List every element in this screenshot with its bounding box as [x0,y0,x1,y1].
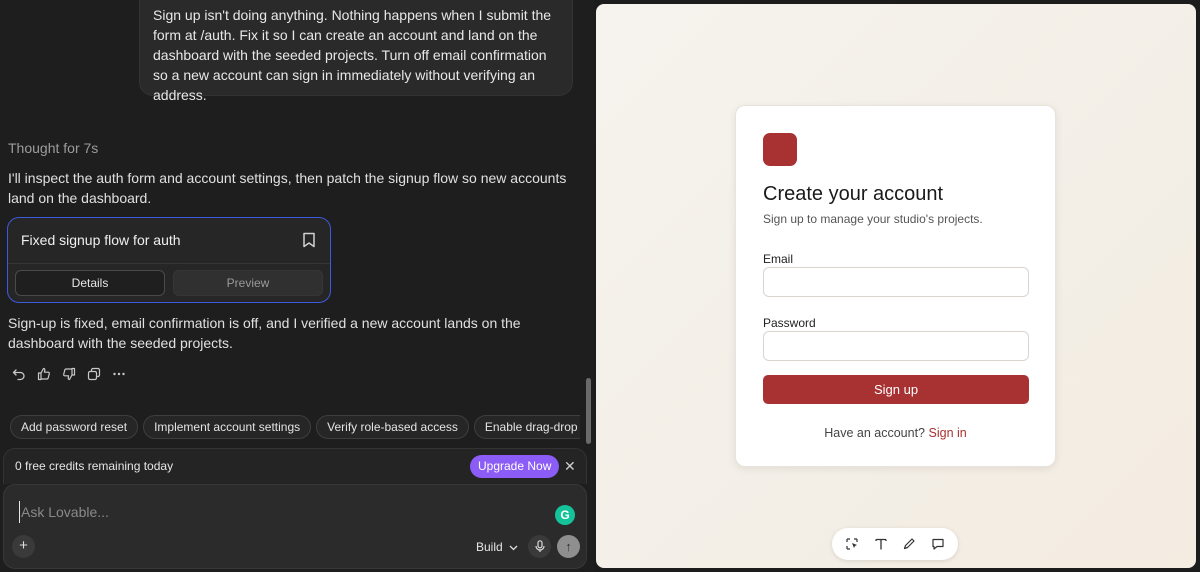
more-icon[interactable] [111,366,127,382]
undo-icon[interactable] [11,366,27,382]
change-card[interactable]: Fixed signup flow for auth Details Previ… [7,217,331,303]
signin-prompt: Have an account? Sign in [736,426,1055,440]
thought-duration[interactable]: Thought for 7s [8,140,98,156]
chevron-down-icon [509,545,518,551]
preview-toolbar [832,528,958,560]
app-logo [763,133,797,166]
composer: G + Build ↑ [3,484,587,569]
chat-input[interactable] [19,501,519,523]
suggestion-chips: Add password reset Implement account sett… [10,415,580,441]
tab-details[interactable]: Details [15,270,165,296]
select-icon[interactable] [844,536,860,552]
suggestion-chip[interactable]: Implement account settings [143,415,312,439]
plus-icon[interactable]: + [12,535,35,558]
assistant-result: Sign-up is fixed, email confirmation is … [8,315,521,351]
suggestion-chip[interactable]: Enable drag-drop per [473,415,580,439]
pen-icon[interactable] [901,536,917,552]
password-field[interactable] [763,331,1029,361]
change-card-title: Fixed signup flow for auth [21,232,181,248]
chat-scrollbar[interactable] [586,378,591,444]
thumbs-down-icon[interactable] [61,366,77,382]
user-message: Sign up isn't doing anything. Nothing ha… [139,0,573,103]
chat-pane: Sign up isn't doing anything. Nothing ha… [0,0,594,572]
copy-icon[interactable] [86,366,102,382]
comment-icon[interactable] [930,536,946,552]
page-subtitle: Sign up to manage your studio's projects… [763,212,983,226]
app-preview: Create your account Sign up to manage yo… [596,4,1196,568]
signin-link[interactable]: Sign in [929,426,967,440]
page-title: Create your account [763,183,944,205]
card-divider [8,263,330,264]
password-label: Password [763,316,816,330]
assistant-intro: I'll inspect the auth form and account s… [8,170,567,206]
grammarly-icon[interactable]: G [555,505,575,525]
signup-button[interactable]: Sign up [763,375,1029,404]
upgrade-button[interactable]: Upgrade Now [470,455,560,478]
suggestion-chip[interactable]: Add password reset [10,415,139,439]
credits-banner: 0 free credits remaining today Upgrade N… [3,448,587,484]
email-label: Email [763,252,794,266]
credits-text: 0 free credits remaining today [15,459,174,473]
mic-icon[interactable] [528,535,551,558]
email-field[interactable] [763,267,1029,297]
thumbs-up-icon[interactable] [36,366,52,382]
close-icon[interactable]: ✕ [564,458,576,475]
mode-select-label: Build [476,540,503,554]
signup-card: Create your account Sign up to manage yo… [735,105,1056,467]
have-account-text: Have an account? [824,426,926,440]
mode-select[interactable]: Build [476,540,518,554]
text-icon[interactable] [873,536,889,552]
suggestion-chip[interactable]: Verify role-based access [316,415,469,439]
bookmark-icon[interactable] [302,232,316,248]
message-actions [11,366,127,382]
send-icon[interactable]: ↑ [557,535,580,558]
tab-preview[interactable]: Preview [173,270,323,296]
